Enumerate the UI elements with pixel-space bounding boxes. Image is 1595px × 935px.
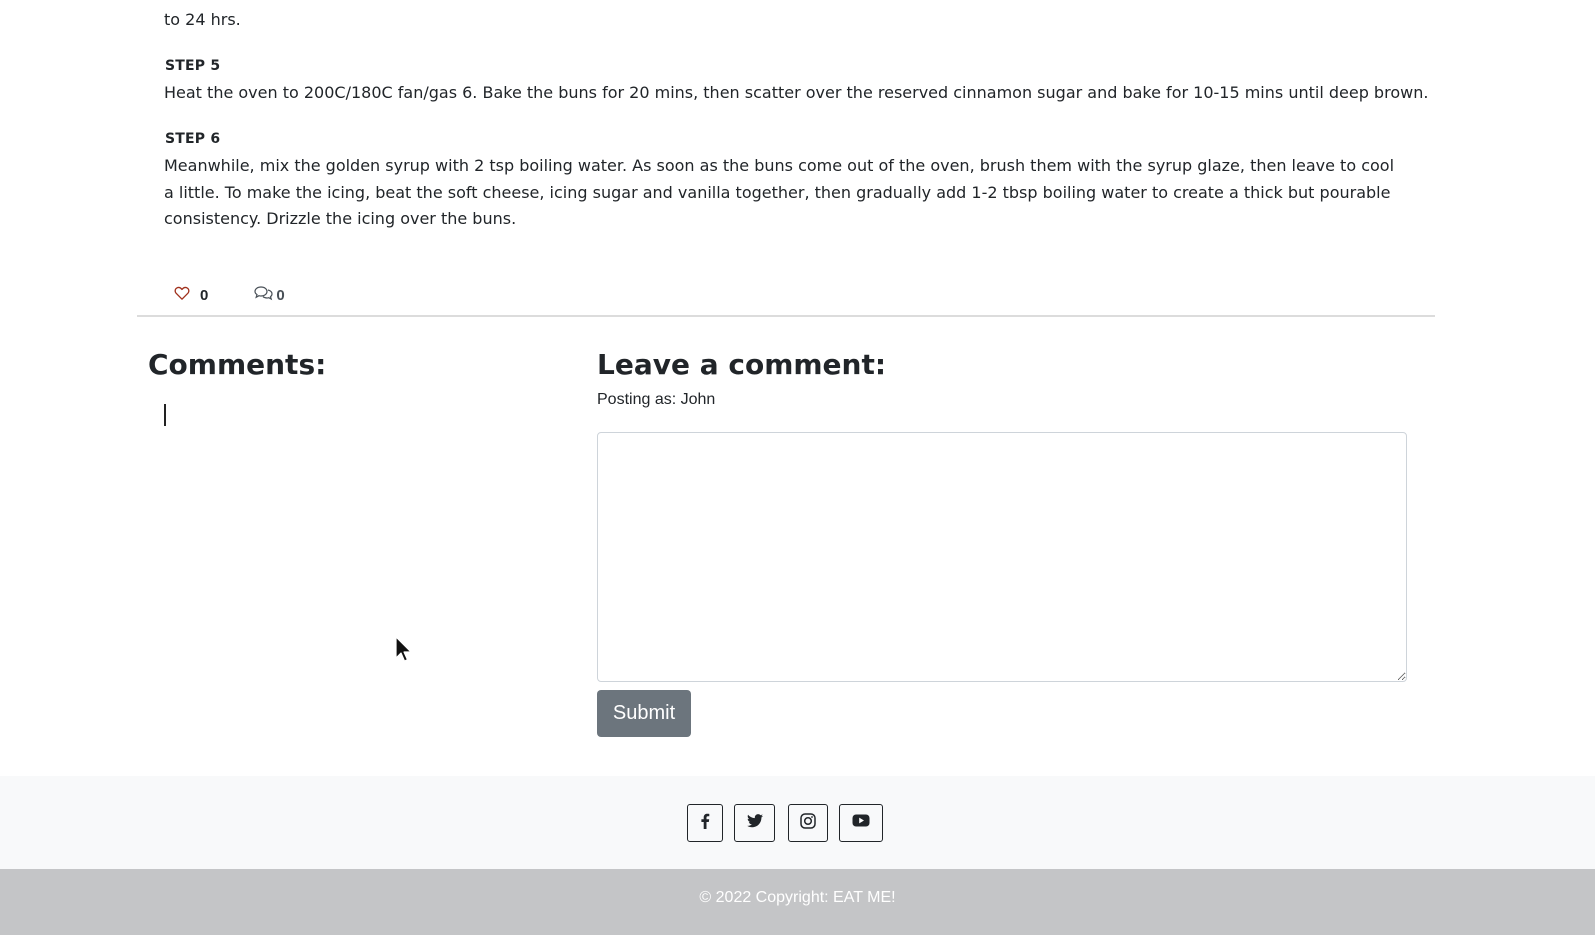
mouse-pointer-icon [395,636,413,671]
copyright-text: © 2022 Copyright: EAT ME! [699,889,896,906]
step-4-text-tail: to 24 hrs. [164,10,241,29]
instagram-button[interactable] [788,804,828,842]
comments-heading: Comments: [148,348,327,381]
section-divider [137,315,1435,317]
footer-social-section [0,776,1595,869]
twitter-icon [746,813,763,833]
like-count: 0 [200,286,209,304]
recipe-stats: 0 0 [174,283,285,307]
posting-as-label: Posting as: John [597,391,716,408]
youtube-button[interactable] [839,804,883,842]
step-6-title: STEP 6 [165,131,221,147]
comment-textarea[interactable] [597,432,1407,682]
step-5-title: STEP 5 [165,58,221,74]
chat-icon [254,285,273,305]
instagram-icon [800,812,816,834]
comments-list [164,404,166,428]
text-caret [164,404,166,426]
step-5-text: Heat the oven to 200C/180C fan/gas 6. Ba… [164,83,1429,102]
comment-count: 0 [276,286,285,304]
comment-count-indicator: 0 [254,285,285,305]
recipe-page: to 24 hrs. STEP 5 Heat the oven to 200C/… [0,0,1595,935]
copyright-bar: © 2022 Copyright: EAT ME! [0,869,1595,935]
youtube-icon [852,814,870,832]
step-6-text: Meanwhile, mix the golden syrup with 2 t… [164,156,1395,228]
twitter-button[interactable] [734,804,775,842]
like-button[interactable]: 0 [174,285,208,305]
facebook-icon [700,813,710,834]
leave-comment-heading: Leave a comment: [597,348,887,381]
submit-button[interactable]: Submit [597,690,691,737]
heart-icon [174,285,190,305]
facebook-button[interactable] [687,804,723,842]
